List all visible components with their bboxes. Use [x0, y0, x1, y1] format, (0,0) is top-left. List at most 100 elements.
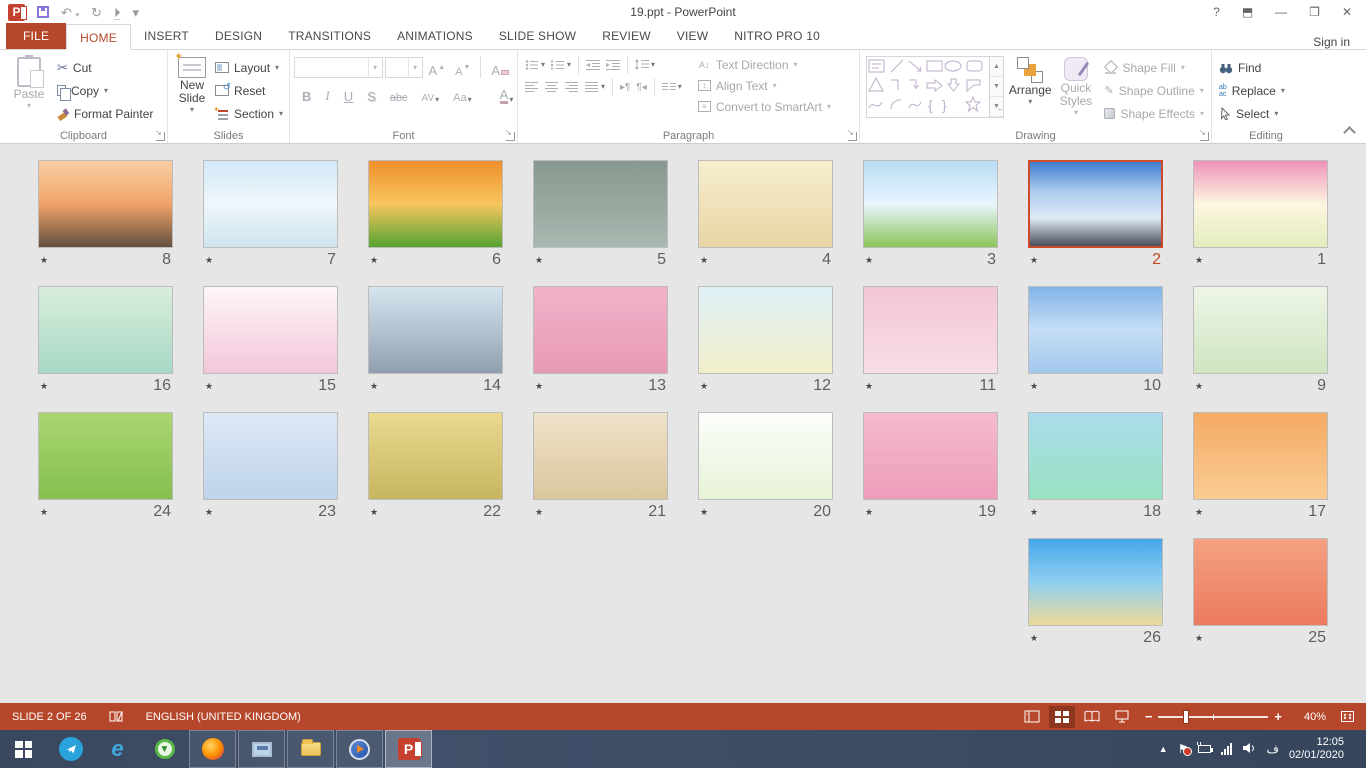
slide-thumbnail-18[interactable] [1028, 412, 1163, 500]
text-direction-button[interactable]: A↕Text Direction▾ [695, 54, 834, 75]
reading-view-button[interactable] [1079, 706, 1105, 728]
tab-nitro-pro[interactable]: NITRO PRO 10 [721, 23, 833, 49]
shapes-scroll-up-button[interactable]: ▲ [990, 57, 1003, 77]
input-language-indicator[interactable]: ف [1266, 743, 1278, 755]
change-case-button[interactable]: Aa▾ [449, 82, 475, 104]
ribbon-display-options-button[interactable]: ⬒ [1242, 6, 1253, 18]
slide-thumbnail-10[interactable] [1028, 286, 1163, 374]
slide-thumbnail-3[interactable] [863, 160, 998, 248]
power-icon[interactable] [1198, 745, 1211, 753]
tab-animations[interactable]: ANIMATIONS [384, 23, 486, 49]
slide-thumbnail-7[interactable] [203, 160, 338, 248]
slide-sorter-view-button[interactable] [1049, 706, 1075, 728]
shapes-gallery[interactable]: { } ▲ ▼ ▼̲ [866, 56, 1004, 118]
tab-slide-show[interactable]: SLIDE SHOW [486, 23, 589, 49]
start-button[interactable] [0, 730, 47, 768]
text-shadow-button[interactable]: S [363, 82, 380, 104]
numbering-button[interactable]: ▾ [548, 54, 574, 76]
decrease-indent-button[interactable] [583, 54, 603, 76]
font-size-combobox[interactable]: ▾ [385, 57, 423, 78]
slide-thumbnail-21[interactable] [533, 412, 668, 500]
shape-fill-button[interactable]: Shape Fill▾ [1101, 56, 1207, 79]
slide-thumbnail-2[interactable] [1028, 160, 1163, 248]
slide-thumbnail-12[interactable] [698, 286, 833, 374]
taskbar-firefox[interactable] [189, 730, 236, 768]
slide-thumbnail-11[interactable] [863, 286, 998, 374]
zoom-slider[interactable]: − + [1145, 709, 1282, 724]
underline-button[interactable]: U [340, 82, 357, 104]
tab-design[interactable]: DESIGN [202, 23, 275, 49]
line-spacing-button[interactable]: ▾ [632, 54, 658, 76]
slide-thumbnail-26[interactable] [1028, 538, 1163, 626]
align-text-button[interactable]: ↕Align Text▾ [695, 75, 834, 96]
increase-indent-button[interactable] [603, 54, 623, 76]
align-center-button[interactable] [542, 76, 562, 98]
slide-thumbnail-13[interactable] [533, 286, 668, 374]
language-indicator[interactable]: ENGLISH (UNITED KINGDOM) [146, 711, 301, 723]
bold-button[interactable]: B [298, 82, 315, 104]
paste-button[interactable]: Paste▾ [4, 54, 54, 126]
slide-show-button[interactable] [1109, 706, 1135, 728]
zoom-slider-thumb[interactable] [1183, 710, 1189, 724]
start-slideshow-button[interactable]: ⏵̲ [114, 6, 121, 19]
cut-button[interactable]: ✂Cut [54, 56, 156, 79]
replace-button[interactable]: abac Replace▾ [1216, 79, 1288, 102]
fit-slide-to-window-button[interactable] [1334, 706, 1360, 728]
spell-check-icon[interactable] [109, 710, 124, 723]
slide-thumbnail-14[interactable] [368, 286, 503, 374]
taskbar-telegram[interactable] [47, 730, 94, 768]
taskbar-idm[interactable]: ▼ [141, 730, 188, 768]
normal-view-button[interactable] [1019, 706, 1045, 728]
network-signal-icon[interactable] [1221, 743, 1232, 755]
align-right-button[interactable] [562, 76, 582, 98]
zoom-level[interactable]: 40% [1292, 711, 1326, 723]
tab-review[interactable]: REVIEW [589, 23, 664, 49]
volume-icon[interactable] [1242, 742, 1256, 756]
arrange-button[interactable]: Arrange▾ [1006, 54, 1054, 126]
slide-thumbnail-22[interactable] [368, 412, 503, 500]
zoom-in-button[interactable]: + [1274, 709, 1282, 724]
copy-button[interactable]: Copy▾ [54, 79, 156, 102]
slide-thumbnail-6[interactable] [368, 160, 503, 248]
slide-thumbnail-17[interactable] [1193, 412, 1328, 500]
tab-insert[interactable]: INSERT [131, 23, 202, 49]
select-button[interactable]: Select▾ [1216, 102, 1288, 125]
slide-thumbnail-19[interactable] [863, 412, 998, 500]
slide-thumbnail-23[interactable] [203, 412, 338, 500]
justify-button[interactable]: ▾ [582, 76, 608, 98]
reset-button[interactable]: Reset [212, 79, 286, 102]
right-to-left-button[interactable]: ¶◂ [633, 76, 649, 98]
taskbar-internet-explorer[interactable]: e [94, 730, 141, 768]
taskbar-powerpoint-active[interactable]: P [385, 730, 432, 768]
slide-thumbnail-24[interactable] [38, 412, 173, 500]
action-center-flag-icon[interactable]: ⚑ [1178, 743, 1189, 755]
convert-to-smartart-button[interactable]: ≡Convert to SmartArt▾ [695, 96, 834, 117]
help-button[interactable]: ? [1213, 6, 1220, 18]
italic-button[interactable]: I [321, 82, 333, 104]
find-button[interactable]: Find [1216, 56, 1288, 79]
grow-font-button[interactable]: A▲ [425, 56, 450, 78]
taskbar-media-player[interactable] [336, 730, 383, 768]
align-left-button[interactable] [522, 76, 542, 98]
character-spacing-button[interactable]: AV▾ [418, 82, 444, 104]
slide-thumbnail-1[interactable] [1193, 160, 1328, 248]
shape-outline-button[interactable]: ✎Shape Outline▾ [1101, 79, 1207, 102]
quick-styles-button[interactable]: Quick Styles▾ [1054, 54, 1097, 126]
tab-file[interactable]: FILE [6, 23, 66, 49]
clear-formatting-button[interactable]: A [487, 56, 513, 78]
slide-thumbnail-16[interactable] [38, 286, 173, 374]
slide-thumbnail-8[interactable] [38, 160, 173, 248]
new-slide-button[interactable]: New Slide▾ [172, 54, 212, 126]
layout-button[interactable]: Layout▾ [212, 56, 286, 79]
clipboard-dialog-launcher[interactable] [156, 132, 165, 141]
hidden-icons-chevron[interactable]: ▲ [1159, 745, 1168, 754]
restore-button[interactable]: ❐ [1309, 6, 1320, 18]
zoom-out-button[interactable]: − [1145, 709, 1153, 724]
taskbar-remote-desktop[interactable] [238, 730, 285, 768]
undo-button[interactable]: ↶ ▾ [61, 6, 79, 19]
close-button[interactable]: ✕ [1342, 6, 1352, 18]
bullets-button[interactable]: ▾ [522, 54, 548, 76]
sign-in-link[interactable]: Sign in [1313, 35, 1366, 49]
left-to-right-button[interactable]: ▸¶ [617, 76, 633, 98]
slide-thumbnail-4[interactable] [698, 160, 833, 248]
